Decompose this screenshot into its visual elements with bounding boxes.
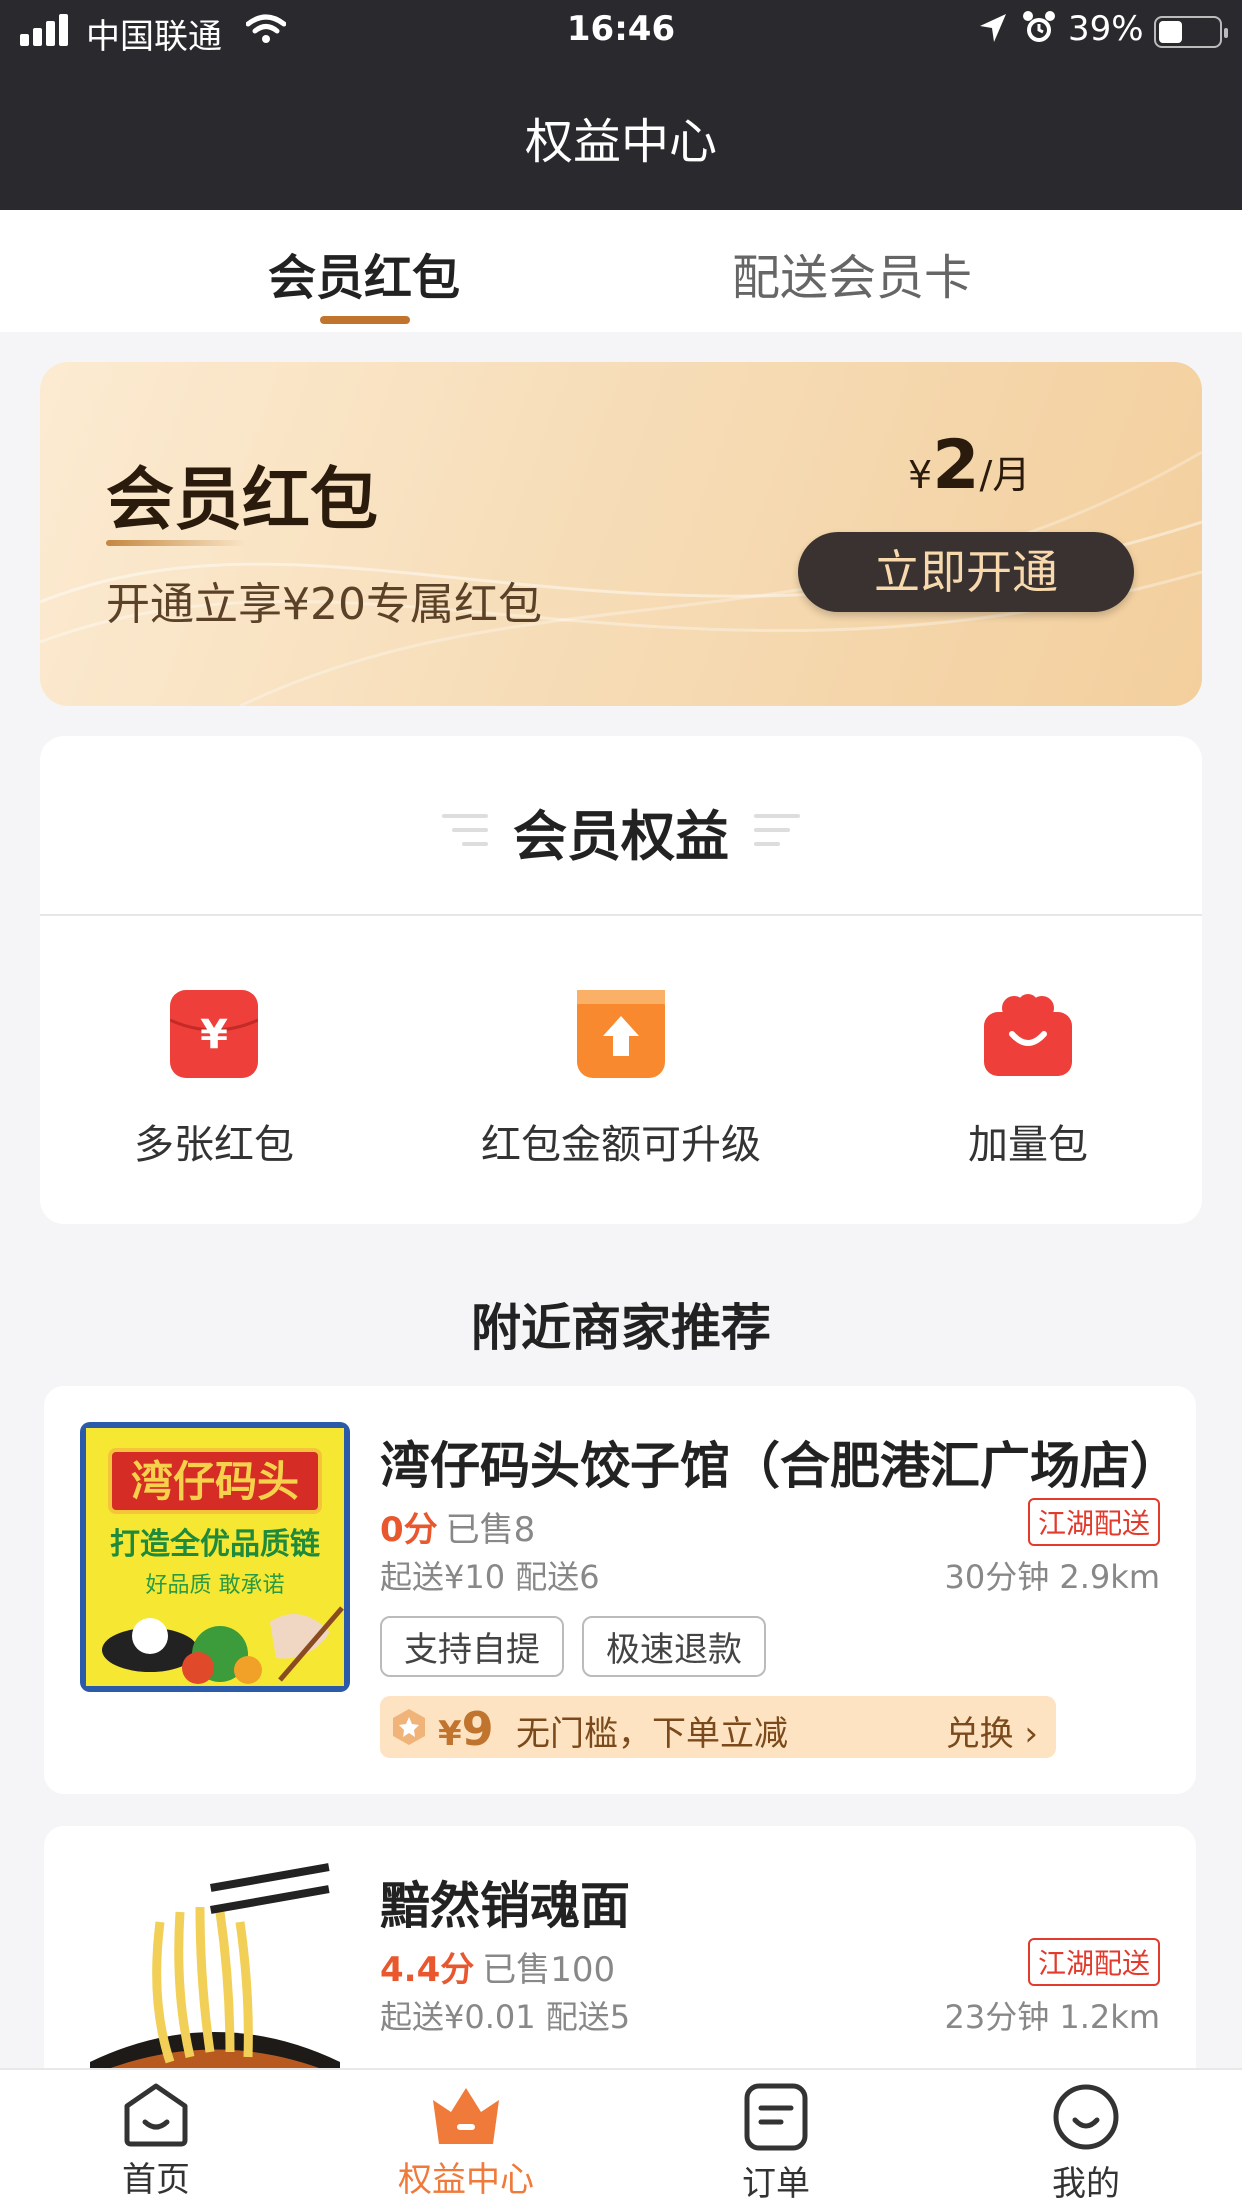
sold-count: 已售100 — [482, 1950, 616, 1990]
open-membership-button[interactable]: 立即开通 — [798, 532, 1134, 612]
benefits-heading: 会员权益 — [513, 805, 729, 868]
nav-label: 权益中心 — [398, 2160, 534, 2200]
svg-text:打造全优品质链: 打造全优品质链 — [110, 1527, 320, 1562]
redeem-button[interactable]: 兑换 › — [946, 1706, 1038, 1755]
top-bar: 中国联通 16:46 39% 权益中心 — [0, 0, 1242, 210]
min-order-fee: 起送¥10 配送6 — [380, 1558, 600, 1596]
price: ¥2/月 — [908, 426, 1030, 505]
tab-member-redpacket[interactable]: 会员红包 — [268, 238, 460, 308]
shop-rating: 4.4分 已售100 — [380, 1942, 615, 1991]
location-arrow-icon — [980, 14, 1006, 42]
sold-count: 已售8 — [445, 1510, 536, 1550]
promo-title: 会员红包 — [106, 461, 379, 540]
section-title: 附近商家推荐 — [471, 1299, 771, 1357]
bottom-nav: 首页 权益中心 订单 我的 — [0, 2068, 1242, 2208]
coupon-bar[interactable]: ¥9 无门槛，下单立减 兑换 › — [380, 1696, 1056, 1758]
shop-rating: 0分 已售8 — [380, 1502, 535, 1551]
price-amount: 2 — [932, 426, 980, 505]
benefit-extra-pack[interactable]: 加量包 — [858, 990, 1198, 1170]
order-icon — [744, 2083, 808, 2151]
page-title: 权益中心 — [524, 114, 717, 170]
delivery-time-distance: 30分钟 2.9km — [944, 1558, 1161, 1596]
benefit-label: 加量包 — [968, 1122, 1088, 1168]
chip-fast-refund: 极速退款 — [582, 1616, 766, 1677]
feature-chips: 支持自提 极速退款 — [380, 1616, 784, 1677]
delivery-time-distance: 23分钟 1.2km — [944, 1998, 1161, 2036]
battery-percent: 39% — [1068, 9, 1144, 49]
divider — [40, 914, 1202, 916]
coupon-currency: ¥ — [438, 1714, 462, 1754]
coupon-value: 9 — [461, 1702, 494, 1756]
benefit-multiple-redpackets[interactable]: ¥ 多张红包 — [44, 990, 384, 1170]
red-envelope-icon: ¥ — [170, 990, 258, 1078]
coupon-amount: ¥9 — [438, 1702, 494, 1756]
svg-text:¥: ¥ — [200, 1012, 228, 1058]
tab-bar: 会员红包 配送会员卡 — [0, 210, 1242, 332]
crown-icon — [433, 2088, 499, 2144]
coupon-badge-icon — [393, 1709, 425, 1745]
nav-label: 我的 — [1052, 2164, 1120, 2204]
alarm-icon — [1023, 11, 1055, 42]
shop-card[interactable]: 湾仔码头 打造全优品质链 好品质 敢承诺 湾仔码头饺子馆（合肥港汇广场店） 0分… — [44, 1386, 1196, 1794]
min-order-fee: 起送¥0.01 配送5 — [380, 1998, 631, 2036]
coupon-desc: 无门槛，下单立减 — [516, 1714, 788, 1754]
price-currency: ¥ — [908, 453, 933, 497]
delivery-tag: 江湖配送 — [1027, 1498, 1160, 1546]
upgrade-icon — [577, 990, 665, 1078]
benefit-upgradable-amount[interactable]: 红包金额可升级 — [451, 990, 791, 1170]
nav-benefits[interactable]: 权益中心 — [366, 2082, 566, 2201]
shop-name: 黯然销魂面 — [380, 1877, 630, 1935]
shop-name: 湾仔码头饺子馆（合肥港汇广场店） — [380, 1437, 1180, 1495]
chevron-right-icon: › — [1024, 1714, 1038, 1754]
gift-bag-icon — [984, 990, 1072, 1078]
svg-text:好品质 敢承诺: 好品质 敢承诺 — [146, 1573, 285, 1598]
member-benefits-card: 会员权益 ¥ 多张红包 红包金额可升级 加量包 — [40, 736, 1202, 1224]
membership-promo-card: 会员红包 开通立享¥20专属红包 ¥2/月 立即开通 — [40, 362, 1202, 706]
promo-subtitle: 开通立享¥20专属红包 — [106, 579, 542, 630]
tab-delivery-card[interactable]: 配送会员卡 — [732, 238, 972, 308]
profile-icon — [1053, 2084, 1119, 2150]
redeem-label: 兑换 — [945, 1714, 1014, 1754]
delivery-tag: 江湖配送 — [1027, 1938, 1160, 1986]
nav-label: 首页 — [122, 2160, 190, 2200]
shop-logo-image: 湾仔码头 打造全优品质链 好品质 敢承诺 — [80, 1422, 350, 1692]
status-bar: 中国联通 16:46 39% — [0, 0, 1242, 62]
nav-home[interactable]: 首页 — [56, 2082, 256, 2201]
rating-score: 4.4分 — [380, 1950, 475, 1990]
svg-text:湾仔码头: 湾仔码头 — [131, 1457, 299, 1506]
heading-decoration-right — [754, 814, 804, 854]
benefit-label: 红包金额可升级 — [481, 1122, 761, 1168]
home-icon — [124, 2083, 188, 2147]
benefit-label: 多张红包 — [134, 1122, 294, 1168]
rating-score: 0分 — [380, 1510, 438, 1550]
chip-pickup: 支持自提 — [380, 1616, 564, 1677]
nav-orders[interactable]: 订单 — [676, 2082, 876, 2205]
price-unit: /月 — [979, 453, 1031, 497]
title-underline — [106, 540, 246, 546]
nav-label: 订单 — [742, 2164, 810, 2204]
battery-icon — [1154, 16, 1228, 48]
active-tab-indicator — [320, 316, 410, 324]
nav-profile[interactable]: 我的 — [986, 2082, 1186, 2205]
